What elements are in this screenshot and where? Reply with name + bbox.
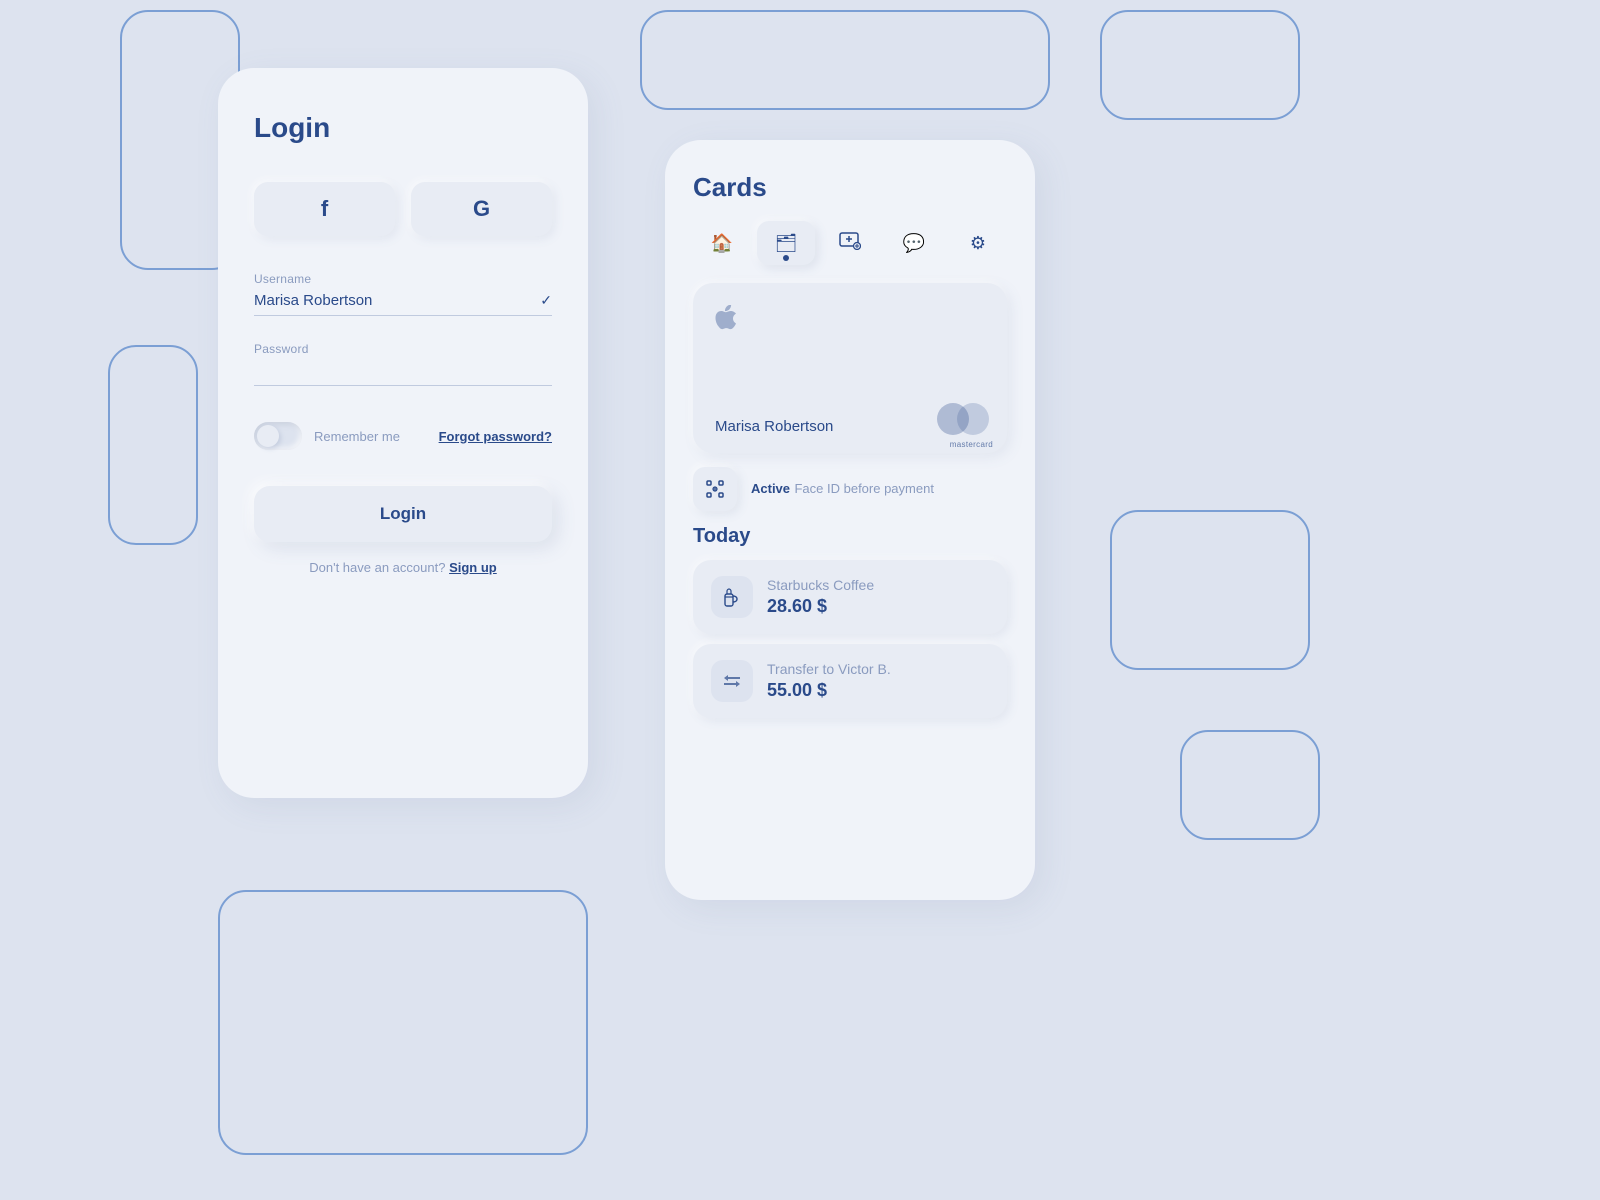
- deco-rect-5: [218, 890, 588, 1155]
- password-input[interactable]: [254, 362, 552, 379]
- deco-rect-3: [1100, 10, 1300, 120]
- password-label: Password: [254, 342, 552, 356]
- starbucks-icon: [711, 576, 753, 618]
- remember-label: Remember me: [314, 429, 400, 444]
- transfer-amount: 55.00 $: [767, 680, 891, 701]
- settings-icon: ⚙: [970, 233, 986, 254]
- faceid-description: Face ID before payment: [794, 481, 933, 496]
- transfer-info: Transfer to Victor B. 55.00 $: [767, 661, 891, 701]
- cards-icon: 🗂: [775, 233, 798, 254]
- google-button[interactable]: G: [411, 182, 552, 236]
- nav-tab-messages[interactable]: 💬: [885, 221, 943, 265]
- check-icon: ✓: [540, 292, 552, 309]
- password-row: [254, 362, 552, 386]
- login-card: Login f G Username ✓ Password Remember m…: [218, 68, 588, 798]
- login-button[interactable]: Login: [254, 486, 552, 542]
- faceid-row: Active Face ID before payment: [693, 467, 1007, 511]
- signup-row: Don't have an account? Sign up: [254, 560, 552, 575]
- transfer-icon: [711, 660, 753, 702]
- cards-title: Cards: [693, 172, 1007, 203]
- mc-circle-right: [957, 403, 989, 435]
- deco-rect-2: [640, 10, 1050, 110]
- starbucks-name: Starbucks Coffee: [767, 577, 874, 593]
- home-icon: 🏠: [711, 233, 733, 254]
- today-label: Today: [693, 525, 1007, 548]
- nav-tabs: 🏠 🗂 💬 ⚙: [693, 221, 1007, 265]
- mastercard-text: mastercard: [950, 440, 993, 449]
- nav-tab-add[interactable]: [821, 221, 879, 265]
- starbucks-amount: 28.60 $: [767, 596, 874, 617]
- messages-icon: 💬: [903, 233, 925, 254]
- starbucks-info: Starbucks Coffee 28.60 $: [767, 577, 874, 617]
- signup-link[interactable]: Sign up: [449, 560, 497, 575]
- nav-tab-settings[interactable]: ⚙: [949, 221, 1007, 265]
- remember-row: Remember me Forgot password?: [254, 422, 552, 450]
- apple-logo: [715, 305, 985, 338]
- mastercard-logo: [937, 403, 989, 435]
- faceid-status: Active: [751, 481, 790, 496]
- forgot-password-link[interactable]: Forgot password?: [439, 429, 552, 444]
- nav-tab-home[interactable]: 🏠: [693, 221, 751, 265]
- faceid-info: Active Face ID before payment: [751, 480, 934, 498]
- cards-panel: Cards 🏠 🗂 💬 ⚙: [665, 140, 1035, 900]
- social-buttons: f G: [254, 182, 552, 236]
- login-title: Login: [254, 112, 552, 144]
- username-label: Username: [254, 272, 552, 286]
- transaction-starbucks: Starbucks Coffee 28.60 $: [693, 560, 1007, 634]
- deco-rect-6: [1110, 510, 1310, 670]
- transaction-transfer: Transfer to Victor B. 55.00 $: [693, 644, 1007, 718]
- deco-rect-4: [108, 345, 198, 545]
- nav-dot: [783, 255, 789, 261]
- deco-rect-7: [1180, 730, 1320, 840]
- signup-prompt: Don't have an account?: [309, 560, 445, 575]
- username-input[interactable]: [254, 292, 540, 309]
- add-card-icon: [839, 232, 861, 254]
- username-row: ✓: [254, 292, 552, 316]
- card-widget: Marisa Robertson mastercard: [693, 283, 1007, 453]
- remember-toggle[interactable]: [254, 422, 302, 450]
- toggle-thumb: [257, 425, 279, 447]
- username-field-group: Username ✓: [254, 272, 552, 316]
- facebook-button[interactable]: f: [254, 182, 395, 236]
- faceid-icon[interactable]: [693, 467, 737, 511]
- nav-tab-cards[interactable]: 🗂: [757, 221, 815, 265]
- password-field-group: Password: [254, 342, 552, 386]
- transfer-name: Transfer to Victor B.: [767, 661, 891, 677]
